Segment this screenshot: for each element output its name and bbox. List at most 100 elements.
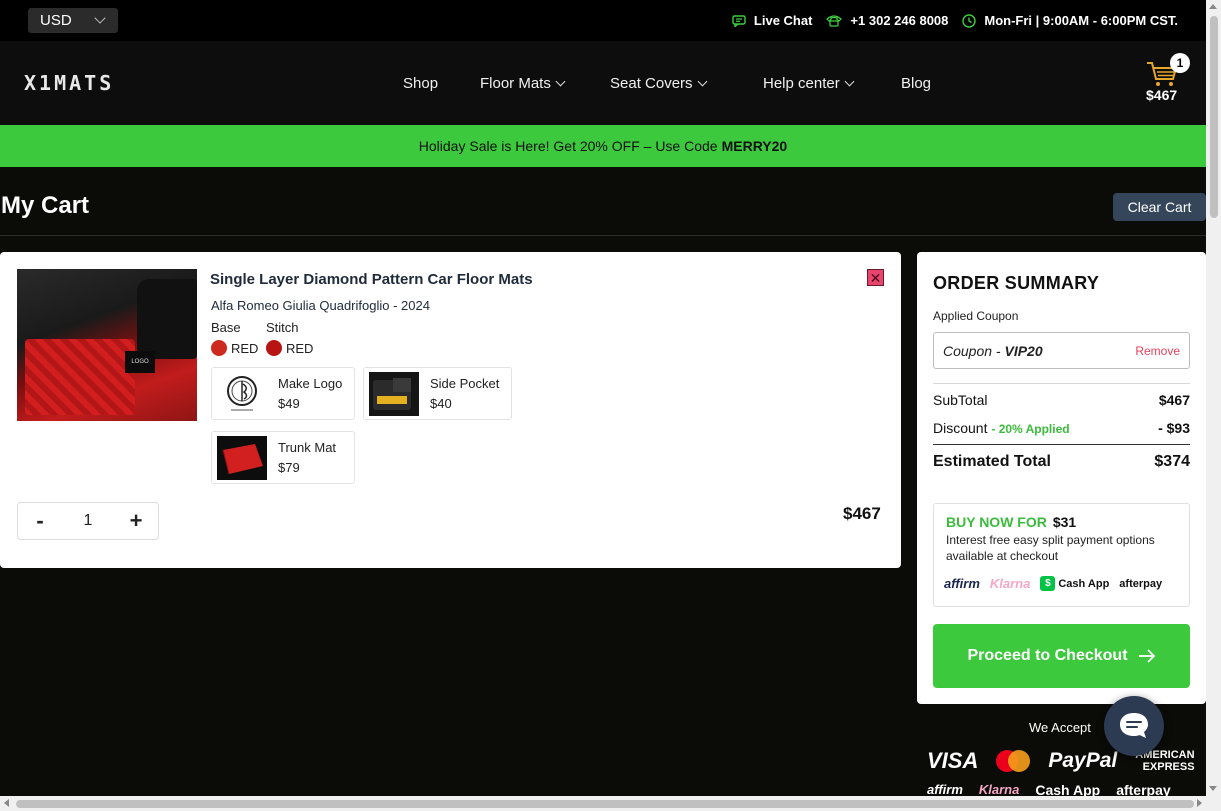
nav-help-center[interactable]: Help center (763, 75, 901, 92)
estimated-total-row: Estimated Total $374 (933, 453, 1190, 471)
nav-label: Blog (901, 74, 932, 92)
promo-text: Holiday Sale is Here! Get 20% OFF – Use … (418, 138, 718, 154)
color-dot (211, 340, 227, 356)
promo-code: MERRY20 (721, 138, 788, 154)
paypal-logo: PayPal (1048, 749, 1118, 772)
subtotal-value: $467 (1158, 392, 1190, 408)
subtotal-row: SubTotal $467 (933, 392, 1190, 408)
increase-quantity-button[interactable]: + (128, 508, 144, 534)
base-label: Base (211, 320, 241, 335)
product-title[interactable]: Single Layer Diamond Pattern Car Floor M… (210, 271, 533, 288)
horizontal-scrollbar[interactable] (0, 796, 1221, 811)
main-nav: Shop Floor Mats Seat Covers Help center … (403, 41, 931, 125)
nav-label: Shop (403, 74, 439, 92)
quantity-value[interactable]: 1 (84, 512, 93, 530)
dollar-icon: $ (1040, 576, 1056, 591)
addon-make-logo: Make Logo $49 (211, 367, 355, 420)
business-hours: Mon-Fri | 9:00AM - 6:00PM CST. (962, 13, 1178, 28)
seat-shape (137, 279, 197, 359)
arrow-right-icon (1138, 649, 1155, 663)
discount-row: Discount - 20% Applied - $93 (933, 420, 1190, 436)
addon-price: $49 (278, 396, 300, 411)
addon-name: Trunk Mat (278, 440, 337, 455)
bnpl-heading-text: BUY NOW FOR (946, 514, 1047, 530)
amex-line-2: EXPRESS (1142, 761, 1195, 773)
divider (933, 383, 1190, 384)
decrease-quantity-button[interactable]: - (32, 508, 48, 534)
base-color-swatch: RED (211, 340, 258, 356)
bnpl-logos: affirm Klarna $ Cash App afterpay (944, 576, 1162, 591)
trunk-mat-image (217, 436, 267, 480)
side-pocket-image (369, 372, 419, 416)
divider (933, 444, 1190, 445)
base-color-name: RED (231, 340, 259, 356)
clear-cart-button[interactable]: Clear Cart (1113, 193, 1206, 221)
remove-coupon-button[interactable]: Remove (1135, 344, 1180, 358)
nav-label: Seat Covers (610, 74, 693, 92)
estimated-total-label: Estimated Total (933, 453, 1051, 470)
scroll-right-icon[interactable] (1197, 799, 1202, 807)
nav-shop[interactable]: Shop (403, 75, 480, 92)
nav-blog[interactable]: Blog (901, 75, 931, 92)
vehicle-name: Alfa Romeo Giulia Quadrifoglio - 2024 (211, 298, 430, 313)
addon-name: Side Pocket (430, 376, 500, 391)
payment-logos: VISA PayPal AMERICAN EXPRESS (927, 748, 1195, 774)
nav-label: Help center (763, 74, 840, 92)
top-utility-bar: USD Live Chat +1 302 246 8008 Mon-Fri | … (0, 0, 1206, 41)
visa-logo: VISA (927, 748, 979, 773)
nav-floor-mats[interactable]: Floor Mats (480, 75, 610, 92)
we-accept-label: We Accept (1029, 720, 1091, 735)
coupon-code: VIP20 (1004, 343, 1043, 359)
alfa-romeo-logo-icon (217, 372, 267, 416)
chevron-down-icon (94, 12, 106, 24)
addon-price: $40 (430, 396, 452, 411)
live-chat-link[interactable]: Live Chat (732, 13, 813, 28)
hours-text: Mon-Fri | 9:00AM - 6:00PM CST. (984, 13, 1178, 28)
scroll-thumb[interactable] (16, 800, 1194, 808)
addon-name: Make Logo (278, 376, 343, 391)
discount-label: Discount (933, 420, 988, 436)
discount-value: - $93 (1158, 420, 1190, 436)
checkout-label: Proceed to Checkout (967, 647, 1128, 664)
phone-link[interactable]: +1 302 246 8008 (826, 13, 948, 28)
mastercard-logo (996, 750, 1031, 772)
coupon-text: Coupon - VIP20 (943, 343, 1043, 359)
coupon-field: Coupon - VIP20 Remove (933, 332, 1190, 369)
klarna-logo: Klarna (989, 576, 1031, 591)
proceed-to-checkout-button[interactable]: Proceed to Checkout (933, 624, 1190, 688)
stitch-color-name: RED (286, 340, 314, 356)
scroll-left-icon[interactable] (4, 799, 9, 807)
quantity-stepper: - 1 + (17, 502, 159, 540)
promo-banner: Holiday Sale is Here! Get 20% OFF – Use … (0, 125, 1206, 167)
applied-coupon-label: Applied Coupon (933, 309, 1019, 323)
bnpl-box: BUY NOW FOR $31 Interest free easy split … (933, 503, 1190, 607)
bnpl-description: Interest free easy split payment options… (946, 533, 1155, 563)
chat-widget-button[interactable] (1104, 696, 1164, 756)
vertical-scrollbar[interactable] (1206, 0, 1221, 796)
divider (0, 235, 1206, 236)
discount-tag: - 20% Applied (991, 422, 1070, 436)
cart-total[interactable]: $467 (1146, 87, 1177, 103)
phone-number: +1 302 246 8008 (850, 13, 949, 28)
estimated-total-value: $374 (1154, 453, 1190, 470)
bnpl-amount: $31 (1052, 514, 1077, 530)
chat-icon (732, 14, 746, 27)
remove-item-close-icon[interactable]: ✕ (867, 269, 884, 286)
scroll-down-icon[interactable] (1209, 786, 1217, 791)
stitch-label: Stitch (266, 320, 299, 335)
contact-info: Live Chat +1 302 246 8008 Mon-Fri | 9:00… (732, 0, 1178, 41)
nav-label: Floor Mats (480, 74, 551, 92)
stitch-color-swatch: RED (266, 340, 313, 356)
scroll-up-icon[interactable] (1209, 4, 1217, 9)
line-total: $467 (843, 504, 881, 523)
scroll-thumb[interactable] (1210, 16, 1218, 218)
chevron-down-icon (844, 76, 855, 86)
cart-item-card: LOGO Single Layer Diamond Pattern Car Fl… (0, 252, 901, 568)
site-logo[interactable]: X1MATS (24, 71, 114, 95)
cash-app-label: Cash App (1058, 577, 1110, 590)
chat-bubble-icon (1120, 713, 1148, 738)
currency-select[interactable]: USD (28, 8, 118, 33)
live-chat-label: Live Chat (753, 13, 813, 28)
nav-seat-covers[interactable]: Seat Covers (610, 75, 763, 92)
product-image[interactable]: LOGO (17, 269, 197, 421)
